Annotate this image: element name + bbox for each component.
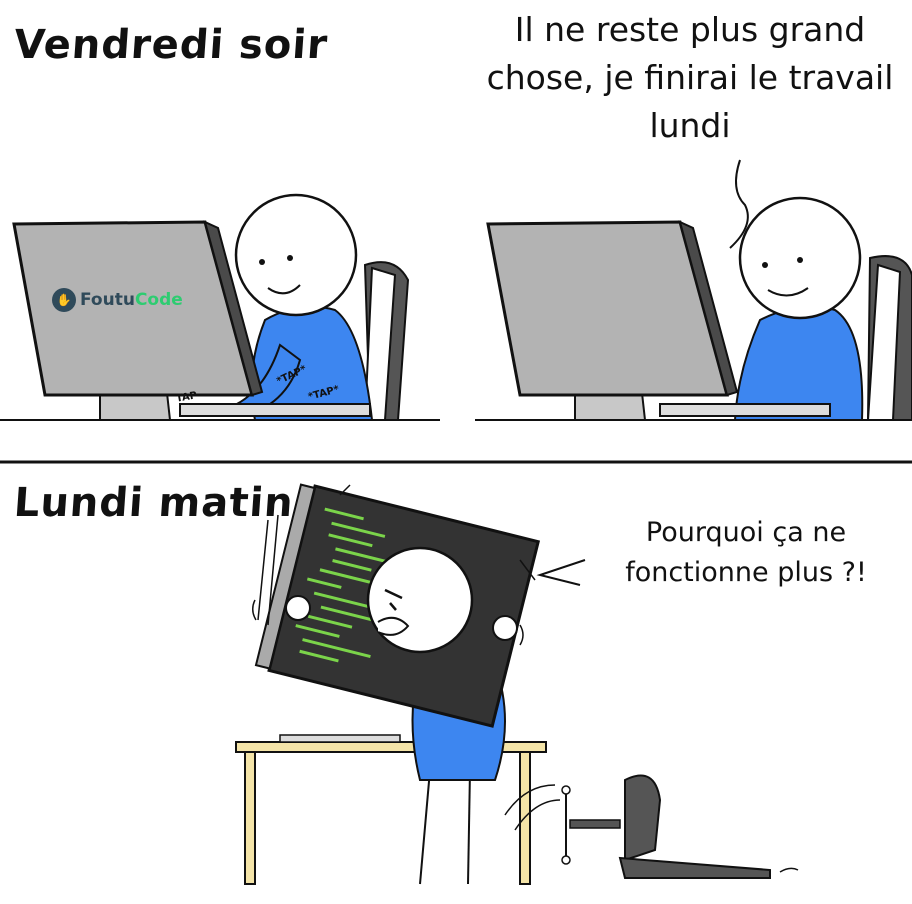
speech-bubble-monday: Pourquoi ça ne fonctionne plus ?! [625,517,867,588]
foutucode-logo: ✋ Foutu Code [52,288,183,312]
panel-friday-right [475,159,912,421]
caption-monday: Lundi matin [12,480,296,526]
hand-icon: ✋ [52,288,76,312]
logo-part2: Code [134,290,183,310]
logo-part1: Foutu [80,290,135,310]
caption-friday: Vendredi soir [12,22,330,68]
speech-bubble-friday: Il ne reste plus grand chose, je finirai… [486,10,894,145]
